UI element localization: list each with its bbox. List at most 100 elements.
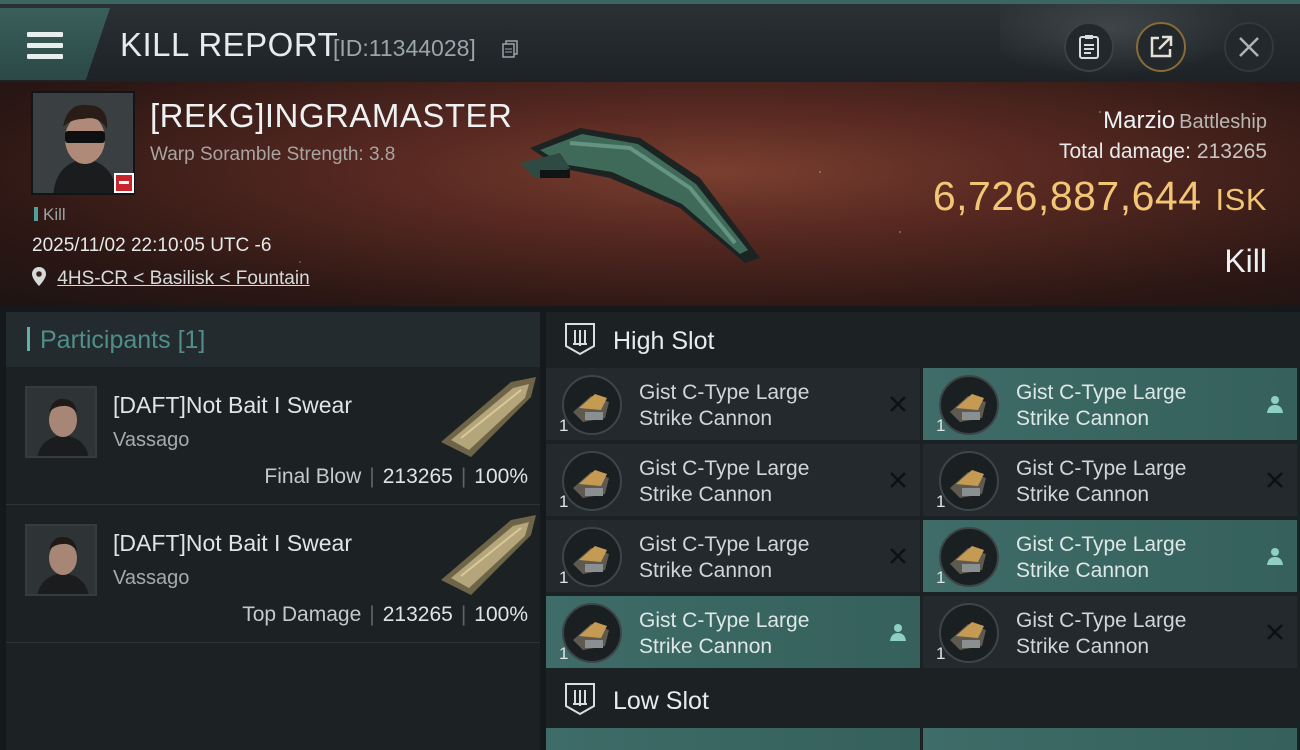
participant-ship: Vassago (113, 567, 190, 589)
destroyed-x-icon (890, 396, 906, 412)
participant-name[interactable]: [DAFT]Not Bait I Swear (113, 530, 352, 557)
module-card[interactable]: 1 Gist C-Type Large Strike Cannon (923, 368, 1297, 440)
module-quantity: 1 (559, 644, 569, 663)
clipboard-icon (1079, 35, 1099, 59)
module-quantity: 1 (936, 644, 946, 663)
header-bar: KILL REPORT [ID:11344028] (0, 0, 1300, 86)
module-name: Gist C-Type Large Strike Cannon (639, 457, 810, 506)
module-quantity: 1 (559, 492, 569, 511)
high-slot-icon (565, 323, 595, 356)
participant-portrait (27, 526, 95, 594)
module-card[interactable]: 1 Gist C-Type Large Strike Cannon (923, 520, 1297, 592)
kill-id: [ID:11344028] (333, 35, 476, 61)
module-name: Gist C-Type Large Strike Cannon (1016, 381, 1187, 430)
participant-ship: Vassago (113, 429, 190, 451)
module-quantity: 1 (936, 416, 946, 435)
module-name: Gist C-Type Large Strike Cannon (639, 381, 810, 430)
dropped-person-icon (890, 624, 906, 641)
dropped-person-icon (1267, 396, 1283, 413)
participants-header: Participants [1] (6, 312, 540, 367)
high-slot-title: High Slot (613, 327, 715, 355)
module-name: Gist C-Type Large Strike Cannon (1016, 609, 1187, 658)
module-quantity: 1 (559, 568, 569, 587)
low-slot-title: Low Slot (613, 687, 709, 715)
fitting-panel: High Slot 1 Gist C-Type Large Strike Cann… (546, 312, 1300, 750)
participant-avatar[interactable] (25, 524, 97, 596)
participant-stats: Top Damage | 213265 | 100% (242, 603, 528, 626)
kill-location[interactable]: 4HS-CR < Basilisk < Fountain (32, 267, 310, 290)
dropped-person-icon (1267, 548, 1283, 565)
low-slot-header: Low Slot (546, 672, 1300, 728)
low-slot-icon (565, 683, 595, 716)
isk-value: 6,726,887,644 ISK (933, 173, 1267, 220)
hamburger-menu-icon (27, 32, 63, 60)
participants-count: [1] (177, 326, 206, 354)
high-slot-header: High Slot (546, 312, 1300, 368)
participants-panel: Participants [1] [DAFT]Not Bait I Swear … (6, 312, 540, 750)
copy-icon[interactable] (502, 40, 518, 58)
module-name: Gist C-Type Large Strike Cannon (639, 533, 810, 582)
module-card[interactable]: 1 Gist C-Type Large Strike Cannon (923, 444, 1297, 516)
destroyed-x-icon (1267, 624, 1283, 640)
participant-avatar[interactable] (25, 386, 97, 458)
strike-cannon-icon (939, 603, 999, 663)
participant-name[interactable]: [DAFT]Not Bait I Swear (113, 392, 352, 419)
isk-unit: ISK (1215, 182, 1267, 217)
total-damage-value: 213265 (1196, 140, 1267, 163)
corp-badge-icon (114, 173, 134, 193)
warp-scramble-strength: Warp Soramble Strength: 3.8 (150, 144, 396, 165)
module-card[interactable]: 1 Gist C-Type Large Strike Cannon (546, 596, 920, 668)
clipboard-button[interactable] (1064, 22, 1114, 72)
participant-ship-image[interactable] (431, 372, 541, 462)
strike-cannon-icon (939, 451, 999, 511)
share-icon (1150, 35, 1173, 58)
module-name: Gist C-Type Large Strike Cannon (1016, 533, 1187, 582)
location-pin-icon (32, 267, 46, 286)
participant-row[interactable]: [DAFT]Not Bait I Swear Vassago Top Damag… (6, 505, 540, 643)
module-quantity: 1 (559, 416, 569, 435)
strike-cannon-icon (939, 527, 999, 587)
module-quantity: 1 (936, 492, 946, 511)
module-quantity: 1 (936, 568, 946, 587)
module-card[interactable]: 1 Gist C-Type Large Strike Cannon (546, 444, 920, 516)
share-button[interactable] (1136, 22, 1186, 72)
kill-timestamp: 2025/11/02 22:10:05 UTC -6 (32, 235, 272, 256)
report-result: Kill (1224, 243, 1267, 279)
ship-name[interactable]: Marzio (1103, 107, 1175, 134)
module-card[interactable]: 1 Gist C-Type Large Strike Cannon (923, 596, 1297, 668)
total-damage-label: Total damage: (1059, 140, 1191, 163)
participant-row[interactable]: [DAFT]Not Bait I Swear Vassago Final Blo… (6, 367, 540, 505)
strike-cannon-icon (562, 451, 622, 511)
strike-cannon-icon (562, 375, 622, 435)
module-card[interactable]: 1 Gist C-Type Large Strike Cannon (546, 368, 920, 440)
strike-cannon-icon (562, 527, 622, 587)
page-title: KILL REPORT (120, 26, 339, 63)
participant-stats: Final Blow | 213265 | 100% (264, 465, 528, 488)
module-name: Gist C-Type Large Strike Cannon (1016, 457, 1187, 506)
participant-role: Top Damage (242, 603, 362, 626)
victim-ship: Marzio Battleship (1103, 107, 1267, 135)
close-button[interactable] (1224, 22, 1274, 72)
ship-class: Battleship (1179, 111, 1267, 133)
participant-damage: 213265 (382, 465, 453, 488)
destroyed-x-icon (890, 548, 906, 564)
low-slot-module[interactable] (923, 728, 1297, 750)
menu-button[interactable] (0, 8, 110, 80)
participant-ship-image[interactable] (431, 510, 541, 600)
participant-percent: 100% (474, 603, 528, 626)
isk-amount: 6,726,887,644 (932, 173, 1202, 219)
strike-cannon-icon (939, 375, 999, 435)
participants-title: Participants (40, 326, 171, 354)
victim-banner: [REKG]INGRAMASTER Warp Soramble Strength… (0, 82, 1300, 306)
victim-name[interactable]: [REKG]INGRAMASTER (150, 97, 512, 135)
strike-cannon-icon (562, 603, 622, 663)
victim-ship-image[interactable] (520, 108, 780, 278)
participant-percent: 100% (474, 465, 528, 488)
module-card[interactable]: 1 Gist C-Type Large Strike Cannon (546, 520, 920, 592)
kill-tag: Kill (34, 205, 66, 225)
close-icon (1239, 37, 1259, 57)
low-slot-module[interactable] (546, 728, 920, 750)
location-link[interactable]: 4HS-CR < Basilisk < Fountain (57, 268, 309, 289)
destroyed-x-icon (890, 472, 906, 488)
module-name: Gist C-Type Large Strike Cannon (639, 609, 810, 658)
